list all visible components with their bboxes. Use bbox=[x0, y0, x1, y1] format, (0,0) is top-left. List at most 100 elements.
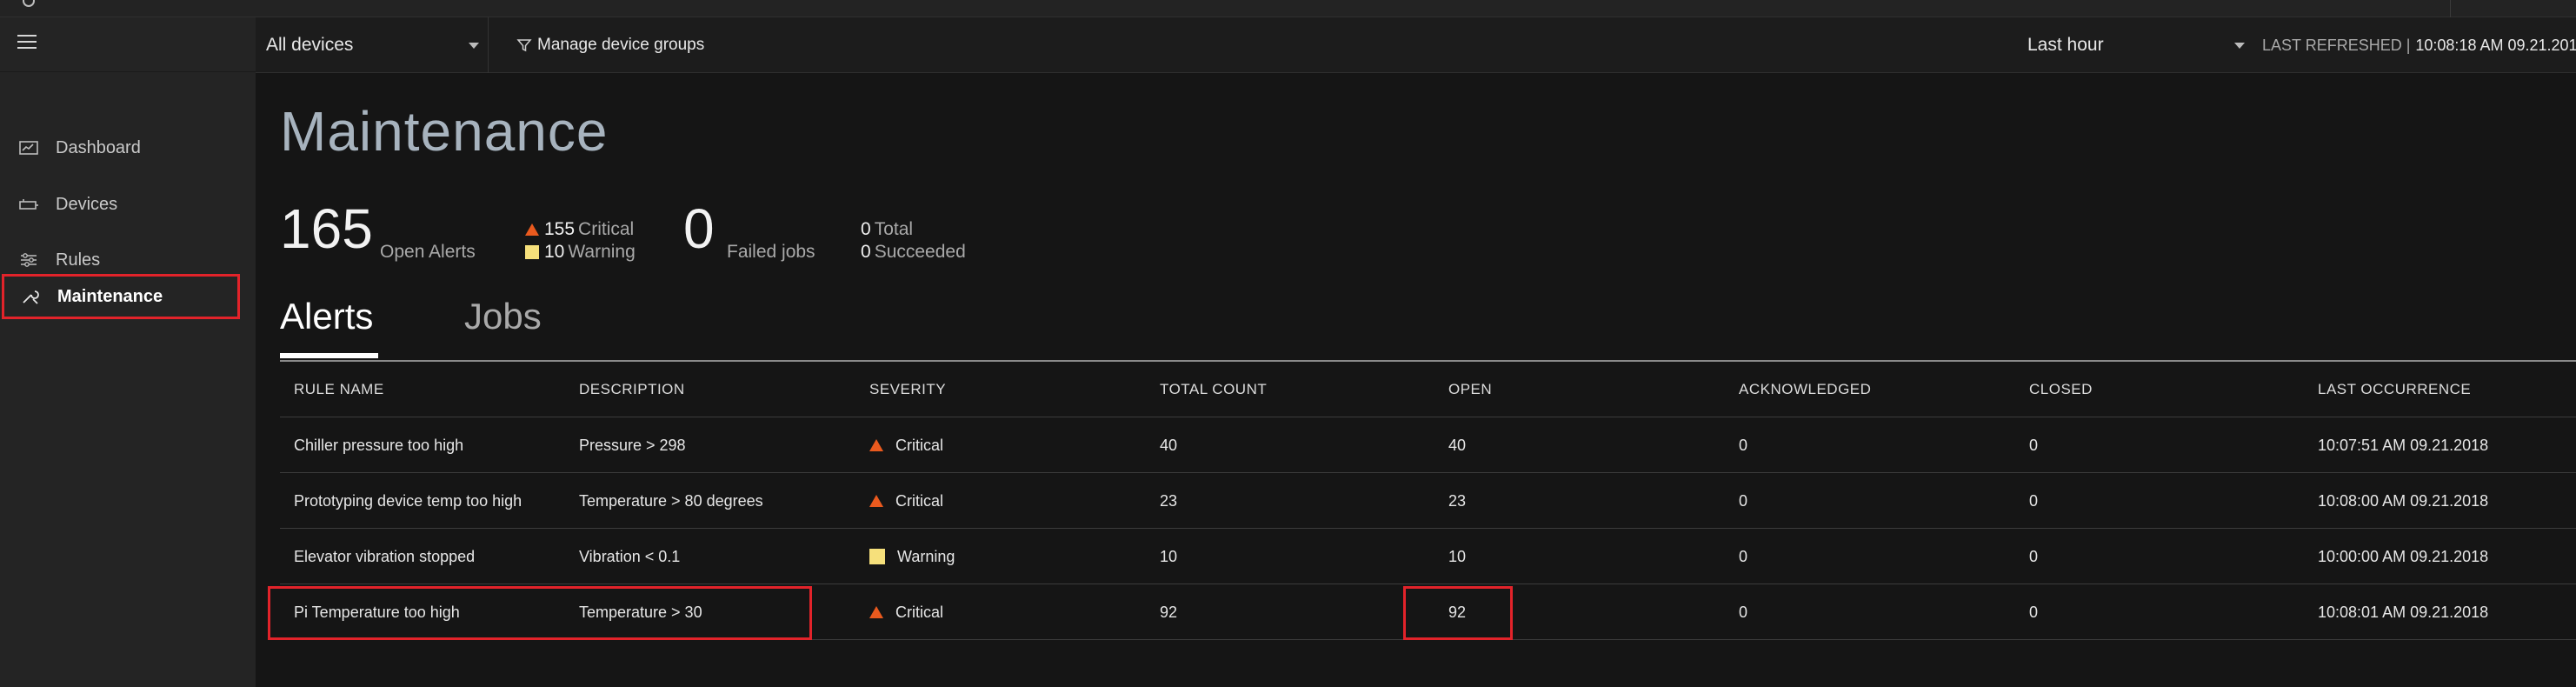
sidebar-item-label: Maintenance bbox=[57, 286, 163, 306]
highlight-box-open-count bbox=[1403, 586, 1513, 640]
column-header-severity[interactable]: SEVERITY bbox=[869, 362, 946, 417]
sidebar: Dashboard Devices Rules Maintenance bbox=[0, 17, 256, 687]
manage-device-groups-label: Manage device groups bbox=[537, 36, 705, 54]
sidebar-item-label: Dashboard bbox=[56, 137, 141, 157]
cell-rule-name: Elevator vibration stopped bbox=[294, 547, 476, 565]
severity-label: Critical bbox=[895, 436, 944, 454]
open-alerts-count: 165 bbox=[280, 197, 373, 260]
cell-total-count: 40 bbox=[1160, 436, 1178, 454]
table-header: RULE NAME DESCRIPTION SEVERITY TOTAL COU… bbox=[280, 362, 2576, 417]
sidebar-item-dashboard[interactable]: Dashboard bbox=[0, 128, 256, 168]
total-jobs-line: 0 Total bbox=[861, 219, 913, 240]
last-refreshed: LAST REFRESHED | 10:08:18 AM 09.21.2018 bbox=[2262, 17, 2576, 73]
severity-label: Critical bbox=[895, 491, 944, 510]
device-filter-value: All devices bbox=[266, 35, 354, 55]
table-row[interactable]: Chiller pressure too high Pressure > 298… bbox=[280, 417, 2576, 473]
failed-jobs-count: 0 bbox=[683, 197, 715, 260]
open-alerts-label: Open Alerts bbox=[380, 242, 476, 262]
cell-severity: Critical bbox=[869, 473, 943, 529]
hamburger-menu-icon[interactable] bbox=[17, 35, 37, 49]
cell-description: Pressure > 298 bbox=[579, 436, 686, 454]
cell-total-count: 10 bbox=[1160, 547, 1178, 565]
critical-triangle-icon bbox=[525, 223, 539, 236]
critical-label: Critical bbox=[578, 219, 635, 239]
succeeded-jobs-line: 0 Succeeded bbox=[861, 242, 966, 263]
devices-icon bbox=[17, 196, 40, 213]
warning-square-icon bbox=[869, 549, 885, 564]
critical-count: 155 bbox=[544, 219, 576, 239]
warning-count: 10 bbox=[544, 242, 565, 262]
time-range-value: Last hour bbox=[2027, 35, 2104, 55]
severity-label: Critical bbox=[895, 603, 944, 621]
cell-closed: 0 bbox=[2029, 491, 2039, 510]
cell-last-occurrence: 10:08:01 AM 09.21.2018 bbox=[2318, 603, 2489, 621]
column-header-description[interactable]: DESCRIPTION bbox=[579, 362, 685, 417]
cell-description: Temperature > 80 degrees bbox=[579, 491, 763, 510]
warning-square-icon bbox=[525, 245, 539, 259]
table-row[interactable]: Prototyping device temp too high Tempera… bbox=[280, 473, 2576, 529]
last-refreshed-label: LAST REFRESHED | bbox=[2262, 36, 2411, 54]
last-refreshed-value: 10:08:18 AM 09.21.2018 bbox=[2415, 36, 2576, 54]
cell-acknowledged: 0 bbox=[1739, 603, 1748, 621]
cell-severity: Critical bbox=[869, 417, 943, 473]
cell-last-occurrence: 10:08:00 AM 09.21.2018 bbox=[2318, 491, 2489, 510]
settings-gear-icon[interactable] bbox=[23, 0, 35, 7]
column-header-last-occurrence[interactable]: LAST OCCURRENCE bbox=[2318, 362, 2471, 417]
cell-open: 10 bbox=[1448, 547, 1467, 565]
total-jobs-label: Total bbox=[874, 219, 914, 239]
chevron-down-icon bbox=[469, 43, 479, 49]
column-header-closed[interactable]: CLOSED bbox=[2029, 362, 2093, 417]
maintenance-icon bbox=[19, 288, 42, 305]
critical-triangle-icon bbox=[869, 439, 883, 451]
succeeded-jobs-count: 0 bbox=[861, 242, 871, 262]
cell-acknowledged: 0 bbox=[1739, 547, 1748, 565]
tab-jobs[interactable]: Jobs bbox=[464, 296, 542, 337]
sidebar-item-maintenance[interactable]: Maintenance bbox=[2, 274, 240, 319]
critical-triangle-icon bbox=[869, 495, 883, 507]
filter-icon bbox=[516, 39, 532, 52]
warning-count-line: 10 Warning bbox=[525, 242, 636, 263]
cell-acknowledged: 0 bbox=[1739, 491, 1748, 510]
sidebar-divider bbox=[0, 71, 256, 72]
manage-device-groups-button[interactable]: Manage device groups bbox=[516, 17, 704, 73]
succeeded-jobs-label: Succeeded bbox=[874, 242, 966, 262]
page-title: Maintenance bbox=[280, 100, 609, 163]
column-header-open[interactable]: OPEN bbox=[1448, 362, 1492, 417]
cell-closed: 0 bbox=[2029, 603, 2039, 621]
cell-last-occurrence: 10:07:51 AM 09.21.2018 bbox=[2318, 436, 2489, 454]
cell-open: 40 bbox=[1448, 436, 1467, 454]
column-header-rule-name[interactable]: RULE NAME bbox=[294, 362, 384, 417]
tab-bar: Alerts Jobs bbox=[280, 296, 2576, 362]
time-range-select[interactable]: Last hour bbox=[2027, 17, 2245, 73]
total-jobs-count: 0 bbox=[861, 219, 871, 239]
severity-label: Warning bbox=[897, 547, 955, 565]
device-filter-select[interactable]: All devices bbox=[256, 17, 489, 73]
toolbar: All devices Manage device groups Last ho… bbox=[256, 17, 2576, 73]
cell-open: 23 bbox=[1448, 491, 1467, 510]
cell-severity: Critical bbox=[869, 584, 943, 640]
sidebar-item-devices[interactable]: Devices bbox=[0, 184, 256, 224]
cell-closed: 0 bbox=[2029, 436, 2039, 454]
cell-closed: 0 bbox=[2029, 547, 2039, 565]
top-divider bbox=[2450, 0, 2451, 17]
critical-triangle-icon bbox=[869, 606, 883, 618]
column-header-total-count[interactable]: TOTAL COUNT bbox=[1160, 362, 1267, 417]
column-header-acknowledged[interactable]: ACKNOWLEDGED bbox=[1739, 362, 1871, 417]
top-strip bbox=[0, 0, 2576, 17]
cell-rule-name: Chiller pressure too high bbox=[294, 436, 464, 454]
tab-alerts[interactable]: Alerts bbox=[280, 296, 373, 337]
cell-acknowledged: 0 bbox=[1739, 436, 1748, 454]
sidebar-item-label: Devices bbox=[56, 194, 118, 214]
table-row[interactable]: Elevator vibration stopped Vibration < 0… bbox=[280, 529, 2576, 584]
critical-count-line: 155 Critical bbox=[525, 219, 634, 240]
failed-jobs-label: Failed jobs bbox=[727, 242, 815, 262]
cell-severity: Warning bbox=[869, 529, 955, 584]
dashboard-icon bbox=[17, 139, 40, 157]
chevron-down-icon bbox=[2234, 43, 2245, 49]
cell-last-occurrence: 10:00:00 AM 09.21.2018 bbox=[2318, 547, 2489, 565]
sidebar-item-label: Rules bbox=[56, 250, 101, 270]
cell-total-count: 92 bbox=[1160, 603, 1178, 621]
rules-icon bbox=[17, 251, 40, 269]
highlight-box-rule-description bbox=[268, 586, 812, 640]
warning-label: Warning bbox=[568, 242, 636, 262]
